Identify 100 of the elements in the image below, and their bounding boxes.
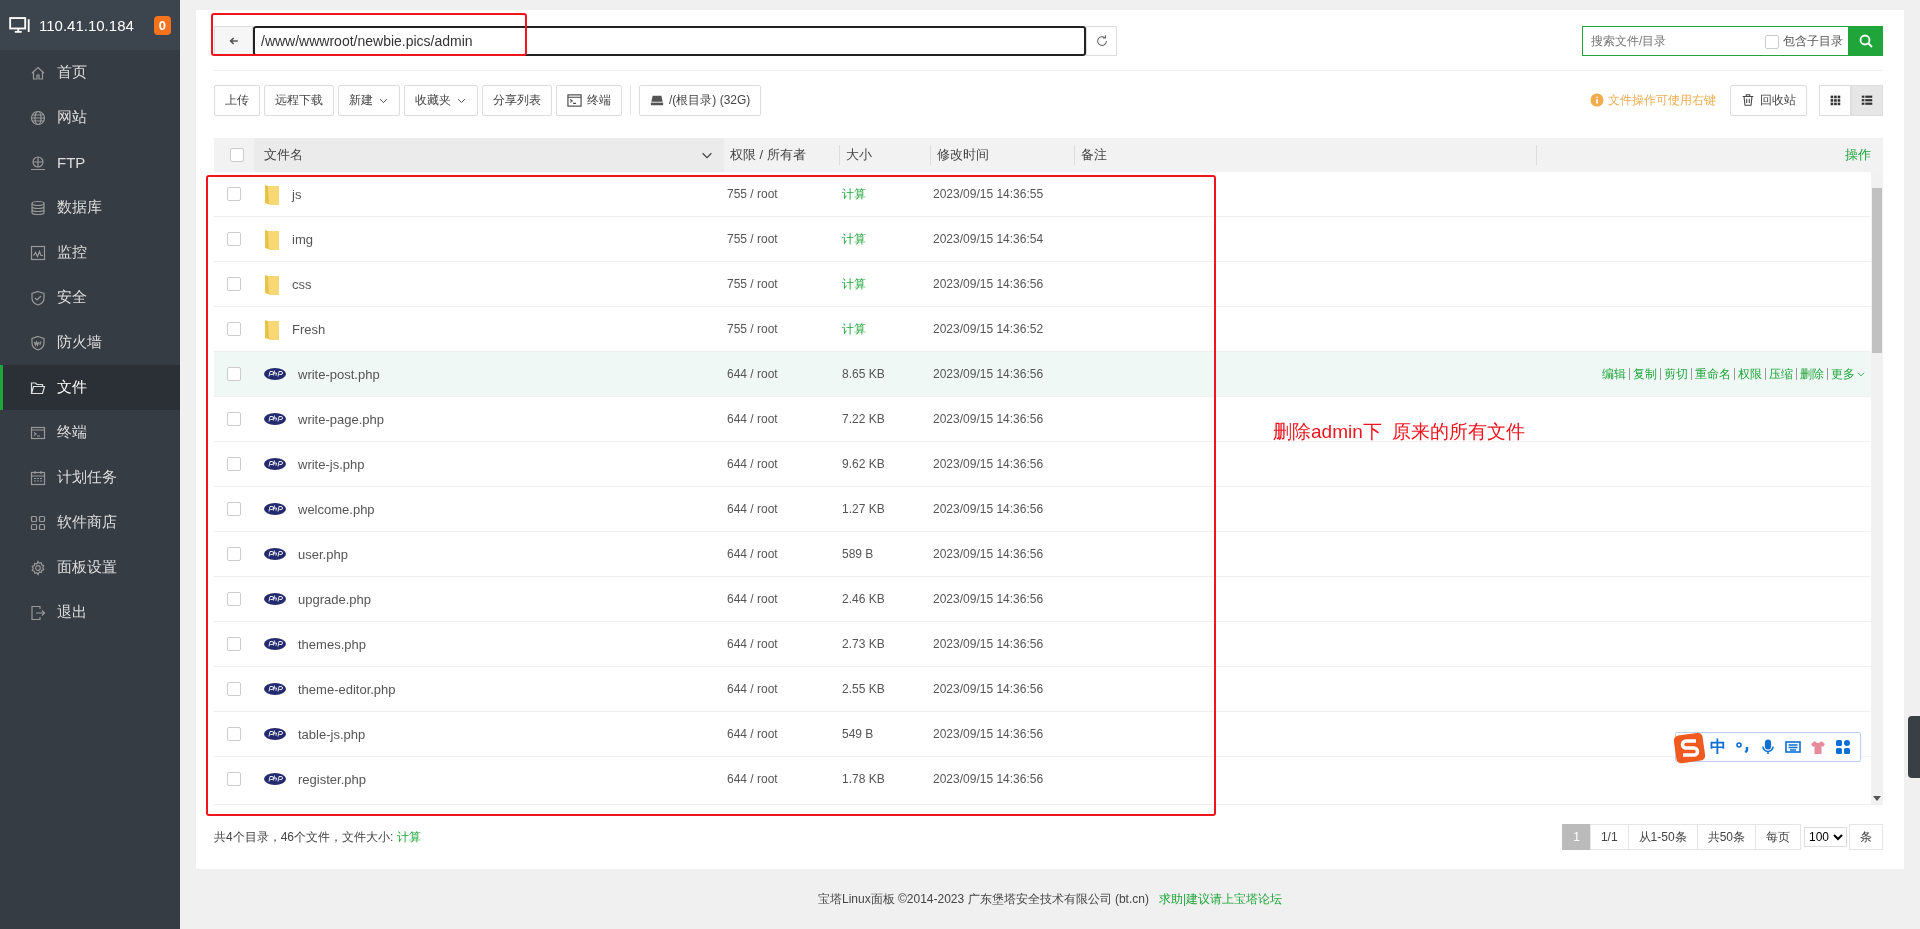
globe-stand-icon	[30, 154, 46, 171]
info-icon	[1590, 93, 1604, 107]
path-field[interactable]: /www/wwwroot/newbie.pics/admin	[253, 26, 1086, 56]
select-all-checkbox[interactable]	[230, 148, 244, 162]
dropdown-button[interactable]: 收藏夹	[404, 84, 478, 116]
php-file-icon	[264, 413, 286, 425]
file-name[interactable]: welcome.php	[298, 501, 375, 517]
modified-cell-text: 2023/09/15 14:36:56	[932, 502, 1045, 516]
file-name[interactable]: table-js.php	[298, 726, 366, 742]
terminal-button[interactable]: 终端	[556, 84, 622, 116]
size-cell: 8.65 KB	[842, 367, 885, 381]
refresh-button[interactable]	[1086, 26, 1117, 56]
checkbox[interactable]	[227, 772, 241, 786]
modified-cell-text: 2023/09/15 14:36:55	[932, 187, 1045, 201]
sidebar-item[interactable]: 计划任务	[0, 455, 180, 500]
sidebar-item[interactable]: 退出	[0, 590, 180, 635]
sidebar-item[interactable]: 安全	[0, 275, 180, 320]
file-name[interactable]: themes.php	[298, 636, 366, 652]
per-page-label: 每页	[1755, 824, 1801, 850]
per-page-select[interactable]: 100	[1804, 827, 1847, 847]
file-name[interactable]: theme-editor.php	[298, 681, 396, 697]
file-name[interactable]: js	[292, 186, 302, 202]
dropdown-button[interactable]: 新建	[338, 84, 400, 116]
chart-icon	[30, 244, 46, 261]
scrollbar-thumb[interactable]	[1872, 188, 1882, 353]
checkbox[interactable]	[227, 592, 241, 606]
size-cell: 2.46 KB	[842, 592, 885, 606]
file-name[interactable]: upgrade.php	[298, 591, 371, 607]
scrollbar[interactable]	[1871, 172, 1883, 804]
drive-icon	[650, 93, 664, 107]
shield-icon	[30, 334, 46, 351]
monitor-icon	[9, 14, 31, 36]
sidebar-item[interactable]: 软件商店	[0, 500, 180, 545]
file-name[interactable]: css	[292, 276, 312, 292]
scroll-down-icon[interactable]	[1873, 796, 1881, 802]
file-row[interactable]: write-post.php 644 / root 8.65 KB 2023/09/15 14:36:56 编辑 复制 剪切 重命名 权限 压缩 删除 更多	[214, 352, 1871, 397]
toolbar-button[interactable]: 分享列表	[482, 84, 552, 116]
view-toggle[interactable]	[1851, 84, 1883, 116]
sidebar-item[interactable]: 监控	[0, 230, 180, 275]
checkbox[interactable]	[227, 682, 241, 696]
checkbox[interactable]	[227, 412, 241, 426]
sidebar-item[interactable]: 数据库	[0, 185, 180, 230]
modified-cell-text: 2023/09/15 14:36:56	[932, 412, 1045, 426]
sidebar-item[interactable]: 终端	[0, 410, 180, 455]
column-header[interactable]: 修改时间	[930, 145, 1074, 165]
column-header: 备注	[1074, 145, 1536, 165]
checkbox[interactable]	[227, 637, 241, 651]
permission-cell-text: 644 / root	[726, 637, 779, 651]
file-name[interactable]: write-post.php	[298, 366, 380, 382]
side-widget[interactable]	[1908, 716, 1920, 778]
disk-button[interactable]: /(根目录) (32G)	[639, 84, 762, 116]
php-file-icon	[264, 683, 286, 695]
sidebar-item[interactable]: 防火墙	[0, 320, 180, 365]
folder-icon	[264, 227, 280, 251]
sidebar-item[interactable]: 面板设置	[0, 545, 180, 590]
size-cell: 589 B	[842, 547, 874, 561]
sidebar-item[interactable]: 文件	[0, 365, 180, 410]
back-button[interactable]	[214, 26, 253, 56]
checkbox[interactable]	[227, 367, 241, 381]
column-header[interactable]: 权限 / 所有者	[724, 138, 839, 172]
toolbar-button[interactable]: 远程下载	[264, 84, 334, 116]
trash-icon	[1741, 93, 1755, 107]
checkbox[interactable]	[227, 187, 241, 201]
file-name[interactable]: write-page.php	[298, 411, 384, 427]
hint-text: 文件操作可使用右键	[1590, 91, 1716, 109]
shield-icon	[30, 289, 46, 306]
checkbox[interactable]	[227, 727, 241, 741]
search-button[interactable]	[1849, 26, 1883, 56]
recycle-bin-button[interactable]: 回收站	[1730, 84, 1807, 116]
modified-cell-text: 2023/09/15 14:36:56	[932, 727, 1045, 741]
modified-cell-text: 2023/09/15 14:36:52	[932, 322, 1045, 336]
permission-cell-text: 644 / root	[726, 727, 779, 741]
shirt-icon	[1810, 739, 1826, 755]
checkbox[interactable]	[227, 232, 241, 246]
input-mode[interactable]: 中	[1710, 736, 1726, 758]
permission-cell-text: 755 / root	[726, 322, 779, 336]
checkbox[interactable]	[227, 277, 241, 291]
permission-cell-text: 644 / root	[726, 367, 779, 381]
copyright-text: 宝塔Linux面板 ©2014-2023 广东堡塔安全技术有限公司 (bt.cn)	[817, 890, 1149, 908]
file-name[interactable]: img	[292, 231, 313, 247]
column-header[interactable]: 大小	[839, 145, 930, 165]
view-toggle[interactable]	[1819, 84, 1851, 116]
permission-cell-text: 644 / root	[726, 682, 779, 696]
checkbox[interactable]	[227, 547, 241, 561]
sidebar-item[interactable]: 网站	[0, 95, 180, 140]
checkbox[interactable]	[227, 457, 241, 471]
sidebar-item[interactable]: 首页	[0, 50, 180, 95]
apps-icon	[30, 514, 46, 531]
file-name[interactable]: register.php	[298, 771, 366, 787]
sidebar-item[interactable]: FTP	[0, 140, 180, 185]
file-name[interactable]: user.php	[298, 546, 348, 562]
php-file-icon	[264, 728, 286, 740]
checkbox[interactable]	[227, 502, 241, 516]
modified-cell-text: 2023/09/15 14:36:56	[932, 277, 1045, 291]
column-header[interactable]: 文件名	[264, 146, 303, 164]
file-name[interactable]: write-js.php	[298, 456, 365, 472]
toolbar-button[interactable]: 上传	[214, 84, 260, 116]
folder-icon	[264, 182, 280, 206]
checkbox[interactable]	[227, 322, 241, 336]
file-name[interactable]: Fresh	[292, 321, 326, 337]
